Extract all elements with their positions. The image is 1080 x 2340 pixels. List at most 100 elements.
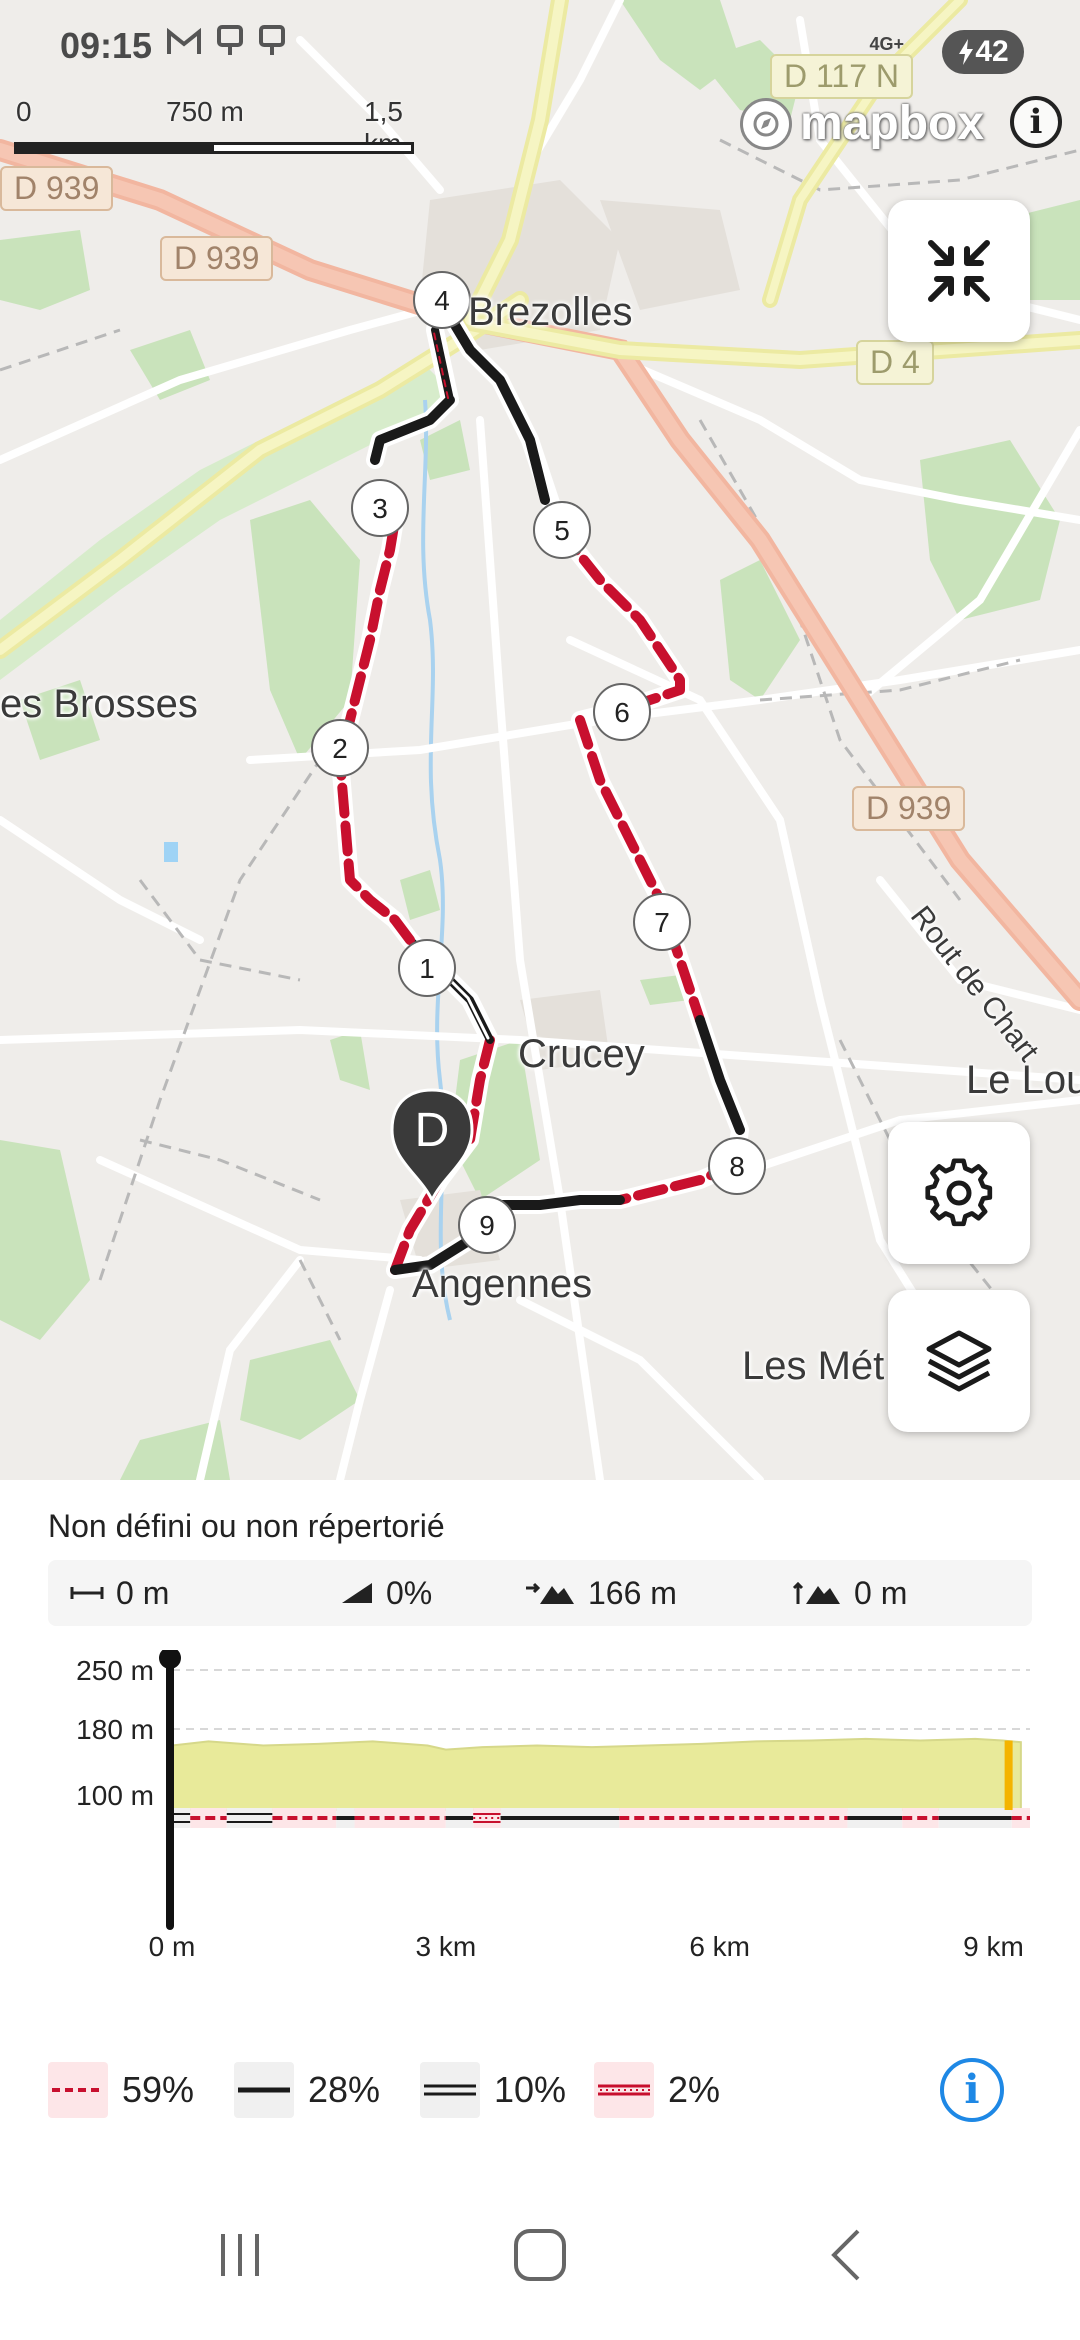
- stat-slope-value: 0%: [386, 1574, 433, 1611]
- svg-text:2: 2: [332, 733, 348, 764]
- road-shield-d939-c: D 939: [852, 786, 966, 831]
- home-icon: [514, 2229, 566, 2281]
- surface-segment-11: [902, 1808, 939, 1828]
- legend-swatch-dotted-red: [594, 2062, 654, 2118]
- stat-descent: 0 m: [790, 1560, 907, 1626]
- legend-swatch-dashed-red: [48, 2062, 108, 2118]
- elevation-end-marker: [1004, 1740, 1013, 1810]
- back-button[interactable]: [806, 2220, 886, 2290]
- stat-distance-value: 0 m: [116, 1574, 170, 1611]
- notification-icon: [216, 24, 244, 67]
- surface-segment-5: [354, 1808, 446, 1828]
- back-icon: [831, 2229, 860, 2281]
- status-time: 09:15: [60, 24, 153, 66]
- x-tick-label-0: 0 m: [149, 1931, 196, 1962]
- legend-swatch-solid-black: [234, 2062, 294, 2118]
- place-label-les-brosses: es Brosses: [0, 682, 198, 726]
- stat-ascent: 166 m: [524, 1560, 677, 1626]
- waypoint-1[interactable]: 1: [398, 939, 456, 997]
- battery-level: 42: [975, 35, 1009, 68]
- svg-text:7: 7: [654, 907, 670, 938]
- legend-info-button[interactable]: i: [940, 2058, 1004, 2122]
- layers-icon: [926, 1330, 992, 1392]
- legend-item-solid-black: 28%: [234, 2050, 380, 2130]
- surface-segment-9: [619, 1808, 848, 1828]
- stat-descent-value: 0 m: [854, 1574, 908, 1611]
- stat-distance: 0 m: [70, 1560, 169, 1626]
- place-label-angennes: Angennes: [412, 1262, 593, 1306]
- chart-cursor-handle[interactable]: [159, 1650, 181, 1669]
- waypoint-7[interactable]: 7: [633, 893, 691, 951]
- y-tick-label-2: 100 m: [76, 1780, 154, 1811]
- y-tick-label-1: 180 m: [76, 1714, 154, 1745]
- surface-segment-3: [272, 1808, 337, 1828]
- battery-indicator: 42: [942, 30, 1024, 74]
- place-label-le-lou: Le Lou: [966, 1058, 1080, 1102]
- collapse-icon: [928, 240, 990, 302]
- waypoint-3[interactable]: 3: [351, 479, 409, 537]
- scale-tick-1: 750 m: [166, 96, 244, 127]
- road-shield-d939-b: D 939: [160, 236, 274, 281]
- network-indicator: 4G+: [869, 34, 904, 54]
- gmail-icon: [166, 26, 202, 65]
- surface-strip: [172, 1808, 1030, 1828]
- surface-segment-13: [1011, 1808, 1030, 1828]
- status-bar: 09:15: [60, 24, 286, 67]
- svg-text:6: 6: [614, 697, 630, 728]
- svg-text:4: 4: [434, 285, 450, 316]
- distance-icon: [70, 1587, 104, 1599]
- road-shield-d939-a: D 939: [0, 166, 114, 211]
- notification-icon-2: [258, 24, 286, 67]
- stat-ascent-value: 166 m: [588, 1574, 677, 1611]
- waypoint-6[interactable]: 6: [593, 683, 651, 741]
- surface-segment-4: [336, 1808, 355, 1828]
- x-tick-label-1: 3 km: [415, 1931, 476, 1962]
- legend-swatch-double-line: [420, 2062, 480, 2118]
- svg-text:9: 9: [479, 1210, 495, 1241]
- scale-tick-0: 0: [16, 96, 32, 127]
- x-tick-label-3: 9 km: [963, 1931, 1024, 1962]
- system-navigation-bar: [0, 2160, 1080, 2340]
- surface-segment-12: [938, 1808, 1012, 1828]
- mapbox-logo[interactable]: mapbox: [740, 96, 984, 151]
- elevation-area: [171, 1737, 1022, 1811]
- slope-icon: [342, 1583, 372, 1603]
- scale-bar-graphic: [14, 142, 414, 154]
- road-shield-d4: D 4: [856, 340, 934, 385]
- settings-button[interactable]: [888, 1122, 1030, 1264]
- waypoint-9[interactable]: 9: [458, 1196, 516, 1254]
- legend-pct-dashed-red: 59%: [122, 2069, 195, 2110]
- surface-segment-0: [172, 1808, 191, 1828]
- waypoint-2[interactable]: 2: [311, 719, 369, 777]
- surface-legend: 59% 28% 10% 2%: [0, 2050, 1080, 2130]
- ascent-icon: [526, 1582, 574, 1604]
- svg-text:8: 8: [729, 1151, 745, 1182]
- map-layers-button[interactable]: [888, 1290, 1030, 1432]
- route-map[interactable]: 1 2 3 4 5 6 7 8 9 D Brezolles es Brosses…: [0, 0, 1080, 1480]
- legend-item-double-line: 10%: [420, 2050, 566, 2130]
- waypoint-4[interactable]: 4: [413, 271, 471, 329]
- surface-segment-8: [500, 1808, 620, 1828]
- gear-icon: [925, 1158, 993, 1227]
- legend-pct-dotted-red: 2%: [668, 2069, 721, 2110]
- place-label-brezolles: Brezolles: [468, 290, 633, 334]
- start-pin[interactable]: D: [390, 1088, 474, 1204]
- home-button[interactable]: [500, 2220, 580, 2290]
- place-label-les-met: Les Mét: [742, 1344, 885, 1388]
- svg-text:3: 3: [372, 493, 388, 524]
- surface-segment-7: [473, 1808, 501, 1828]
- legend-item-dashed-red: 59%: [48, 2050, 194, 2130]
- waypoint-8[interactable]: 8: [708, 1137, 766, 1195]
- elevation-chart[interactable]: 250 m 180 m 100 m 0 m 3 km 6 km 9 km: [0, 1650, 1080, 1980]
- recent-apps-icon: [221, 2234, 259, 2276]
- map-scale-bar: 0 750 m 1,5 km: [14, 96, 424, 166]
- collapse-map-button[interactable]: [888, 200, 1030, 342]
- surface-segment-1: [190, 1808, 227, 1828]
- stat-slope: 0%: [340, 1560, 432, 1626]
- waypoint-5[interactable]: 5: [533, 501, 591, 559]
- mapbox-logo-icon: [740, 97, 792, 150]
- map-info-button[interactable]: i: [1010, 96, 1062, 148]
- charging-icon: [959, 39, 974, 65]
- recent-apps-button[interactable]: [200, 2220, 280, 2290]
- legend-pct-double-line: 10%: [494, 2069, 567, 2110]
